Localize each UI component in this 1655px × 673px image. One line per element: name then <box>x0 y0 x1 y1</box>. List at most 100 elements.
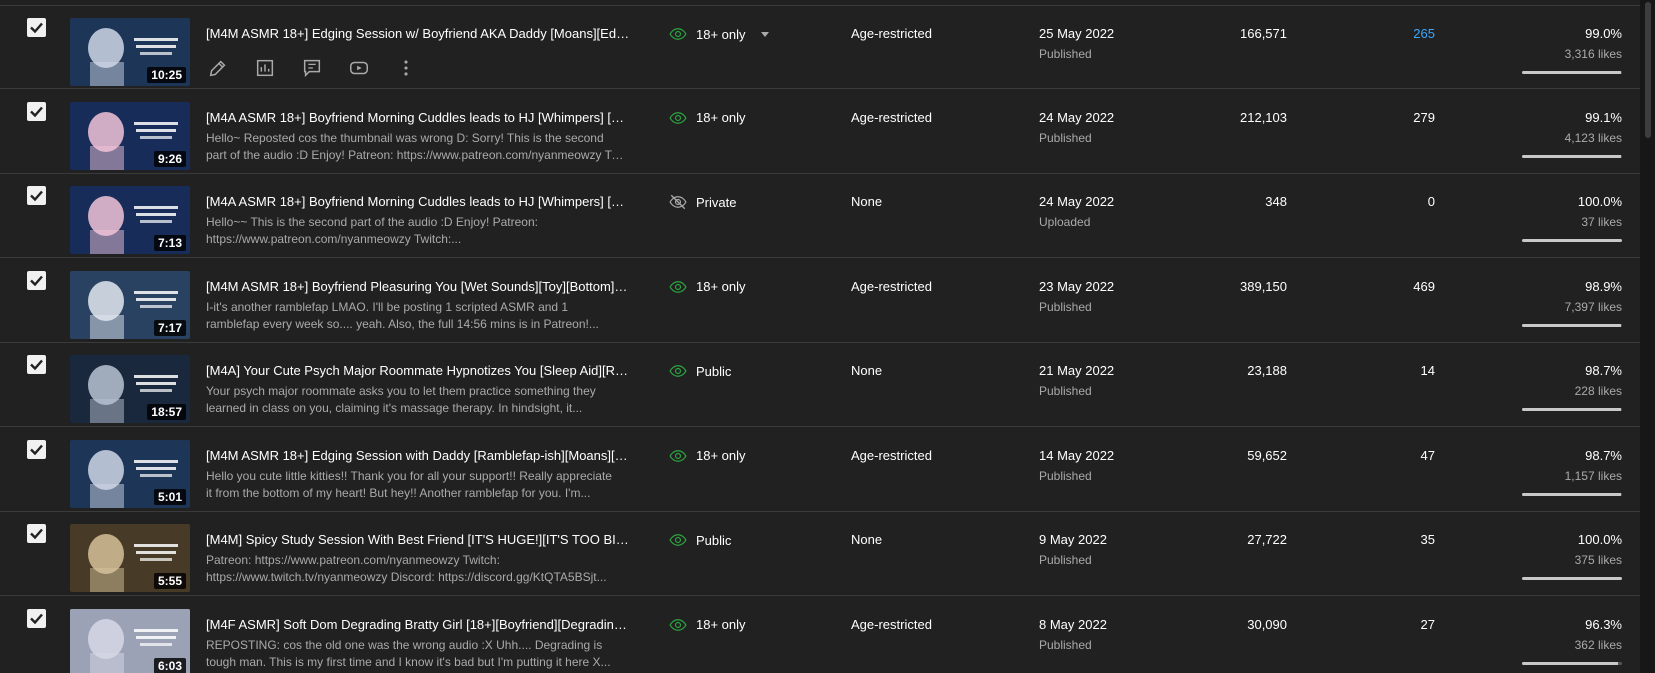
like-count: 4,123 likes <box>1564 130 1622 145</box>
edit-icon <box>209 60 226 77</box>
row-checkbox[interactable] <box>27 270 46 290</box>
comment-count: 27 <box>1420 616 1435 632</box>
comment-count: 14 <box>1420 363 1435 378</box>
visibility-selector[interactable]: Private <box>669 193 736 211</box>
table-row[interactable]: 18:57 [M4A] Your Cute Psych Major Roomma… <box>0 343 1640 427</box>
date-status: Published <box>1039 130 1092 145</box>
visibility-selector[interactable]: 18+ only <box>669 447 746 465</box>
description-line-2: https://www.patreon.com/nyanmeowzy Twitc… <box>206 232 462 246</box>
description-line-1: Hello~~ This is the second part of the a… <box>206 215 538 229</box>
restriction-status: None <box>851 194 883 209</box>
like-ratio-bar <box>1522 239 1622 242</box>
visibility-selector[interactable]: Public <box>669 531 731 549</box>
like-ratio-bar <box>1522 661 1622 665</box>
analytics-button[interactable] <box>253 56 277 80</box>
visibility-selector[interactable]: 18+ only <box>669 278 746 296</box>
row-checkbox[interactable] <box>27 18 46 37</box>
video-thumbnail[interactable]: 10:25 <box>70 18 190 86</box>
row-action-tools <box>206 56 418 80</box>
comment-count[interactable]: 265 <box>1413 25 1435 43</box>
visibility-selector[interactable]: 18+ only <box>669 109 746 127</box>
date-status: Published <box>1039 299 1092 314</box>
description-line-2: part of the audio :D Enjoy! Patreon: htt… <box>206 147 631 162</box>
row-checkbox[interactable] <box>27 524 46 543</box>
video-title[interactable]: [M4A ASMR 18+] Boyfriend Morning Cuddles… <box>206 193 631 211</box>
table-row[interactable]: 10:25 [M4M ASMR 18+] Edging Session w/ B… <box>0 5 1640 89</box>
table-row[interactable]: 6:03 [M4F ASMR] Soft Dom Degrading Bratt… <box>0 597 1640 673</box>
table-row[interactable]: 9:26 [M4A ASMR 18+] Boyfriend Morning Cu… <box>0 90 1640 174</box>
row-checkbox[interactable] <box>27 101 46 121</box>
video-duration: 18:57 <box>147 404 186 420</box>
restriction-status: Age-restricted <box>851 109 932 125</box>
like-percentage: 100.0% <box>1577 532 1622 547</box>
view-count: 27,722 <box>1247 532 1287 547</box>
video-date: 14 May 2022 <box>1039 447 1115 463</box>
like-ratio-bar <box>1522 408 1622 411</box>
checkmark-icon <box>30 275 43 286</box>
youtube-button[interactable] <box>347 56 371 80</box>
comments-button[interactable] <box>300 56 324 80</box>
video-date: 23 May 2022 <box>1039 278 1115 294</box>
video-thumbnail[interactable]: 18:57 <box>70 355 190 423</box>
like-count: 362 likes <box>1574 637 1622 652</box>
video-thumbnail[interactable]: 6:03 <box>70 608 190 673</box>
edit-button[interactable] <box>206 56 230 80</box>
row-checkbox[interactable] <box>27 355 46 374</box>
description-line-1: REPOSTING: cos the old one was the wrong… <box>206 637 603 652</box>
video-thumbnail[interactable]: 5:55 <box>70 524 190 592</box>
youtube-icon <box>350 61 368 75</box>
table-row[interactable]: 7:13 [M4A ASMR 18+] Boyfriend Morning Cu… <box>0 174 1640 258</box>
video-title[interactable]: [M4M ASMR 18+] Edging Session with Daddy… <box>206 447 631 465</box>
eye-icon <box>669 534 687 546</box>
visibility-selector[interactable]: Public <box>669 362 731 380</box>
table-row[interactable]: 5:55 [M4M] Spicy Study Session With Best… <box>0 512 1640 596</box>
video-title[interactable]: [M4M ASMR 18+] Edging Session w/ Boyfrie… <box>206 25 631 43</box>
table-row[interactable]: 5:01 [M4M ASMR 18+] Edging Session with … <box>0 428 1640 512</box>
row-checkbox[interactable] <box>27 439 46 459</box>
table-row[interactable]: 7:17 [M4M ASMR 18+] Boyfriend Pleasuring… <box>0 259 1640 343</box>
visibility-selector[interactable]: 18+ only <box>669 616 746 634</box>
video-thumbnail[interactable]: 9:26 <box>70 101 190 170</box>
view-count: 348 <box>1265 194 1287 209</box>
eye-icon <box>669 365 687 377</box>
checkmark-icon <box>30 528 43 540</box>
comments-icon <box>303 59 321 78</box>
like-ratio-bar <box>1522 323 1622 327</box>
video-duration: 5:55 <box>153 573 186 589</box>
video-date: 24 May 2022 <box>1039 109 1115 125</box>
vertical-scrollbar[interactable] <box>1640 0 1655 673</box>
video-date: 8 May 2022 <box>1039 616 1107 632</box>
video-duration: 5:01 <box>153 488 186 505</box>
video-title[interactable]: [M4A ASMR 18+] Boyfriend Morning Cuddles… <box>206 109 631 127</box>
row-checkbox[interactable] <box>27 608 46 628</box>
visibility-label: Private <box>696 194 737 210</box>
video-description: REPOSTING: cos the old one was the wrong… <box>206 637 631 673</box>
restriction-status: Age-restricted <box>851 447 932 463</box>
video-title[interactable]: [M4A] Your Cute Psych Major Roommate Hyp… <box>206 362 631 380</box>
restriction-status: Age-restricted <box>851 278 932 294</box>
video-duration: 6:03 <box>153 657 186 673</box>
visibility-label: 18+ only <box>696 617 746 632</box>
like-ratio-bar <box>1522 71 1622 74</box>
dropdown-caret-icon[interactable] <box>760 29 770 39</box>
view-count: 30,090 <box>1247 616 1287 632</box>
eye-icon <box>669 28 687 40</box>
eye-icon <box>669 449 687 462</box>
video-duration: 7:17 <box>153 319 186 336</box>
video-thumbnail[interactable]: 5:01 <box>70 439 190 508</box>
scrollbar-thumb[interactable] <box>1645 2 1651 138</box>
view-count: 59,652 <box>1247 447 1287 463</box>
video-duration: 7:13 <box>153 235 186 251</box>
date-status: Published <box>1039 47 1092 61</box>
date-status: Uploaded <box>1039 215 1091 229</box>
video-title[interactable]: [M4M] Spicy Study Session With Best Frie… <box>206 531 631 549</box>
like-count: 37 likes <box>1581 215 1622 229</box>
video-title[interactable]: [M4M ASMR 18+] Boyfriend Pleasuring You … <box>206 278 631 296</box>
visibility-selector[interactable]: 18+ only <box>669 25 770 43</box>
video-thumbnail[interactable]: 7:13 <box>70 186 190 254</box>
video-title[interactable]: [M4F ASMR] Soft Dom Degrading Bratty Gir… <box>206 616 631 634</box>
video-thumbnail[interactable]: 7:17 <box>70 270 190 339</box>
like-ratio-fill <box>1522 239 1622 242</box>
row-checkbox[interactable] <box>27 186 46 205</box>
more-options-button[interactable] <box>394 56 418 80</box>
